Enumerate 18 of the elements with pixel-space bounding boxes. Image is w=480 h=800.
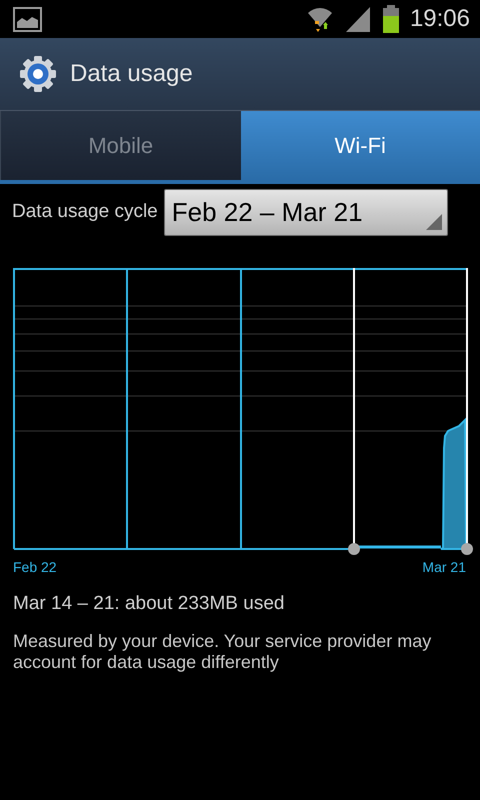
signal-icon <box>344 5 372 33</box>
settings-icon <box>18 54 58 94</box>
battery-icon <box>382 5 400 33</box>
measurement-note: Measured by your device. Your service provider may account for data usage differently <box>12 630 432 672</box>
tab[interactable]: Mobile <box>0 111 240 180</box>
end-date-label: Mar 21 <box>422 558 466 577</box>
start-date-label: Feb 22 <box>13 558 57 577</box>
range-handle[interactable] <box>348 543 360 555</box>
clock-time: 19:06 <box>410 7 470 31</box>
usage-summary: Mar 14 – 21: about 233MB used <box>12 592 286 616</box>
dropdown-caret-icon <box>426 214 442 230</box>
tab[interactable]: Wi-Fi <box>240 111 480 180</box>
wifi-icon <box>306 5 334 33</box>
range-handle[interactable] <box>461 543 473 555</box>
screen-title: Data usage <box>70 59 193 89</box>
picture-notification-icon <box>13 6 42 32</box>
cycle-label: Data usage cycle <box>12 200 158 224</box>
cycle-dropdown[interactable]: Feb 22 – Mar 21 <box>164 189 448 236</box>
